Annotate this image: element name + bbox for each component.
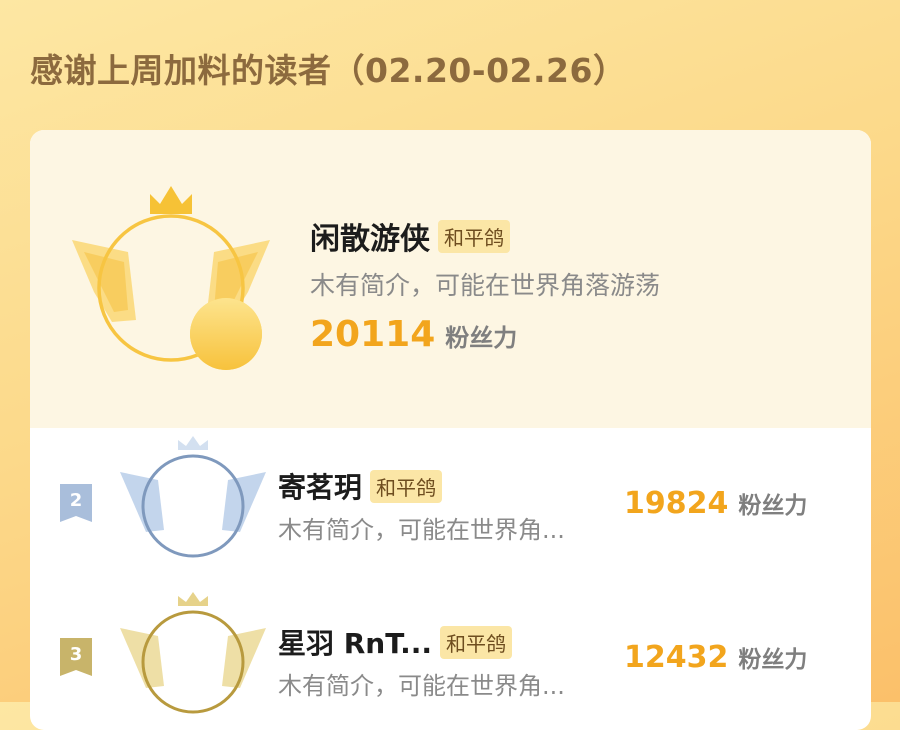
gold-avatar-frame bbox=[72, 186, 270, 370]
fan-power-score: 20114 bbox=[310, 314, 436, 355]
tag-badge: 和平鸽 bbox=[438, 219, 510, 253]
reader-row[interactable]: 2 寄茗玥 和平鸽 木有简介，可能在世界角... 19824 粉丝力 bbox=[30, 428, 871, 584]
reader-name[interactable]: 寄茗玥 bbox=[278, 466, 362, 506]
rank-number: 2 bbox=[70, 490, 83, 511]
rank-number: 3 bbox=[70, 644, 83, 665]
rank-badge-silver-icon: 2 bbox=[60, 484, 92, 522]
fan-power-label: 粉丝力 bbox=[738, 493, 808, 519]
bronze-avatar-frame bbox=[120, 592, 266, 714]
crown-icon bbox=[178, 436, 208, 450]
reader-name[interactable]: 星羽 RnT... bbox=[278, 622, 432, 662]
tag-badge: 和平鸽 bbox=[370, 469, 443, 503]
rank-badge-bronze-icon: 3 bbox=[60, 638, 92, 676]
top-reader-card[interactable]: 闲散游侠 和平鸽 木有简介，可能在世界角落游荡 20114 粉丝力 bbox=[30, 130, 871, 428]
page-title: 感谢上周加料的读者（02.20-02.26） bbox=[30, 51, 627, 90]
fan-power-label: 粉丝力 bbox=[445, 324, 518, 352]
tag-badge: 和平鸽 bbox=[440, 625, 513, 659]
reader-row[interactable]: 3 星羽 RnT... 和平鸽 木有简介，可能在世界角... 12432 粉丝力 bbox=[30, 584, 871, 730]
reader-bio: 木有简介，可能在世界角落游荡 bbox=[310, 271, 661, 300]
reader-bio: 木有简介，可能在世界角... bbox=[278, 672, 565, 700]
fan-power-score: 19824 bbox=[624, 486, 729, 521]
silver-avatar-frame bbox=[120, 436, 266, 558]
crown-icon bbox=[178, 592, 208, 606]
fan-power-label: 粉丝力 bbox=[738, 647, 808, 673]
readers-card: 闲散游侠 和平鸽 木有简介，可能在世界角落游荡 20114 粉丝力 2 寄茗玥 … bbox=[30, 130, 871, 730]
crown-icon bbox=[150, 186, 192, 214]
reader-name[interactable]: 闲散游侠 bbox=[310, 214, 430, 258]
reader-bio: 木有简介，可能在世界角... bbox=[278, 516, 565, 544]
fan-power-score: 12432 bbox=[624, 640, 729, 675]
